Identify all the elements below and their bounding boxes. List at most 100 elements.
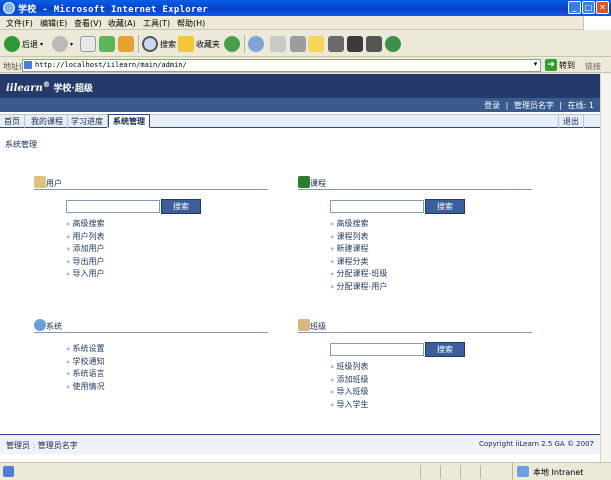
print-icon[interactable]: [290, 36, 306, 52]
tab-my-courses[interactable]: 我的课程: [27, 115, 68, 128]
intranet-icon: [517, 466, 529, 477]
toolbar-separator: [244, 35, 245, 53]
go-label: 转到: [559, 60, 575, 70]
tab-home[interactable]: 首页: [0, 115, 25, 128]
address-input[interactable]: http://localhost/iilearn/main/admin/: [22, 59, 541, 72]
windows-logo-icon: [583, 16, 611, 30]
courses-list-link[interactable]: 课程列表: [330, 231, 387, 244]
add-user-link[interactable]: 添加用户: [66, 243, 105, 256]
window-title: 学校 - Microsoft Internet Explorer: [18, 5, 209, 15]
divider: |: [505, 101, 509, 110]
classes-search-input[interactable]: [330, 343, 424, 356]
export-users-link[interactable]: 导出用户: [66, 256, 105, 269]
menu-view[interactable]: 查看(V): [74, 18, 102, 29]
mail-icon[interactable]: [270, 36, 286, 52]
admin-name-link[interactable]: 管理员名字: [514, 101, 554, 110]
class-list-link[interactable]: 班级列表: [330, 361, 369, 374]
toolbar: 后退 ▾ ▾ 搜索 收藏夹: [0, 31, 611, 57]
page-icon: [24, 61, 32, 69]
links-button[interactable]: 链接: [585, 61, 601, 72]
courses-advanced-search-link[interactable]: 高级搜索: [330, 218, 387, 231]
status-divider: [460, 465, 461, 479]
section-title: 系统: [46, 322, 62, 331]
users-search-input[interactable]: [66, 200, 160, 213]
courses-search-input[interactable]: [330, 200, 424, 213]
status-divider: [480, 465, 481, 479]
go-button[interactable]: ➜ 转到: [545, 59, 575, 71]
edit-icon[interactable]: [308, 36, 324, 52]
new-course-link[interactable]: 新建课程: [330, 243, 387, 256]
users-advanced-search-link[interactable]: 高级搜索: [66, 218, 105, 231]
copyright: Copyright iiLearn 2.5 GA © 2007: [479, 440, 594, 448]
toolbar-separator: [138, 35, 139, 53]
menu-edit[interactable]: 编辑(E): [40, 18, 67, 29]
tab-exit[interactable]: 退出: [558, 115, 584, 128]
classes-search-button[interactable]: 搜索: [425, 342, 465, 357]
people-icon[interactable]: [385, 36, 401, 52]
menu-tools[interactable]: 工具(T): [143, 18, 170, 29]
close-button[interactable]: ✕: [596, 1, 609, 14]
users-list-link[interactable]: 用户列表: [66, 231, 105, 244]
refresh-icon[interactable]: [99, 36, 115, 52]
assign-course-class-link[interactable]: 分配课程-班级: [330, 268, 388, 281]
status-bar: 本地 Intranet: [0, 462, 611, 480]
home-icon[interactable]: [118, 36, 134, 52]
nav-tabs: 首页 我的课程 学习进度 系统管理 退出: [0, 114, 600, 128]
stop-icon[interactable]: [80, 36, 96, 52]
course-icon: [298, 176, 310, 188]
page-content: iilearn® 学校·超级 登录 | 管理员名字 | 在线: 1 首页 我的课…: [0, 74, 600, 462]
course-category-link[interactable]: 课程分类: [330, 256, 387, 269]
menu-file[interactable]: 文件(F): [6, 18, 33, 29]
minimize-button[interactable]: _: [568, 1, 581, 14]
system-language-link[interactable]: 系统语言: [66, 368, 105, 381]
back-button[interactable]: 后退 ▾: [4, 35, 43, 53]
divider: :: [32, 441, 36, 450]
research-icon[interactable]: [366, 36, 382, 52]
address-bar: 地址(D) http://localhost/iilearn/main/admi…: [0, 58, 611, 73]
favorites-button[interactable]: 收藏夹: [178, 35, 220, 53]
users-search-button[interactable]: 搜索: [161, 199, 201, 214]
search-label: 搜索: [160, 39, 176, 49]
search-icon: [142, 36, 158, 52]
chevron-down-icon: ▾: [70, 40, 74, 48]
usage-link[interactable]: 使用情况: [66, 381, 105, 394]
site-logo: iilearn® 学校·超级: [6, 80, 93, 94]
tab-progress[interactable]: 学习进度: [67, 115, 108, 128]
assign-course-user-link[interactable]: 分配课程-用户: [330, 281, 388, 294]
tab-admin[interactable]: 系统管理: [108, 114, 150, 128]
history-icon[interactable]: [248, 36, 264, 52]
menu-favorites[interactable]: 收藏(A): [108, 18, 136, 29]
school-name: 学校·超级: [53, 84, 93, 94]
back-label: 后退: [22, 39, 38, 49]
star-icon: [178, 36, 194, 52]
forward-button[interactable]: ▾: [52, 35, 73, 53]
vertical-scrollbar[interactable]: [600, 74, 611, 462]
forward-arrow-icon: [52, 36, 68, 52]
status-divider: [420, 465, 421, 479]
courses-search-button[interactable]: 搜索: [425, 199, 465, 214]
section-title: 用户: [46, 179, 62, 188]
search-button[interactable]: 搜索: [142, 35, 176, 53]
import-users-link[interactable]: 导入用户: [66, 268, 105, 281]
address-dropdown-icon[interactable]: ▾: [531, 60, 540, 71]
logo-reg: ®: [42, 80, 51, 89]
footer-admin-name[interactable]: 管理员名字: [38, 441, 78, 450]
messenger-icon[interactable]: [347, 36, 363, 52]
breadcrumb: 系统管理: [5, 140, 37, 149]
school-notice-link[interactable]: 学校通知: [66, 356, 105, 369]
import-class-link[interactable]: 导入班级: [330, 386, 369, 399]
favorites-label: 收藏夹: [196, 39, 220, 49]
menu-help[interactable]: 帮助(H): [177, 18, 205, 29]
discuss-icon[interactable]: [328, 36, 344, 52]
online-count: 在线: 1: [567, 101, 594, 110]
add-class-link[interactable]: 添加班级: [330, 374, 369, 387]
class-icon: [298, 319, 310, 331]
back-arrow-icon: [4, 36, 20, 52]
media-icon[interactable]: [224, 36, 240, 52]
import-students-link[interactable]: 导入学生: [330, 399, 369, 412]
user-icon: [34, 176, 46, 188]
login-link[interactable]: 登录: [484, 101, 500, 110]
maximize-button[interactable]: □: [582, 1, 595, 14]
zone-text: 本地 Intranet: [533, 468, 584, 477]
system-settings-link[interactable]: 系统设置: [66, 343, 105, 356]
